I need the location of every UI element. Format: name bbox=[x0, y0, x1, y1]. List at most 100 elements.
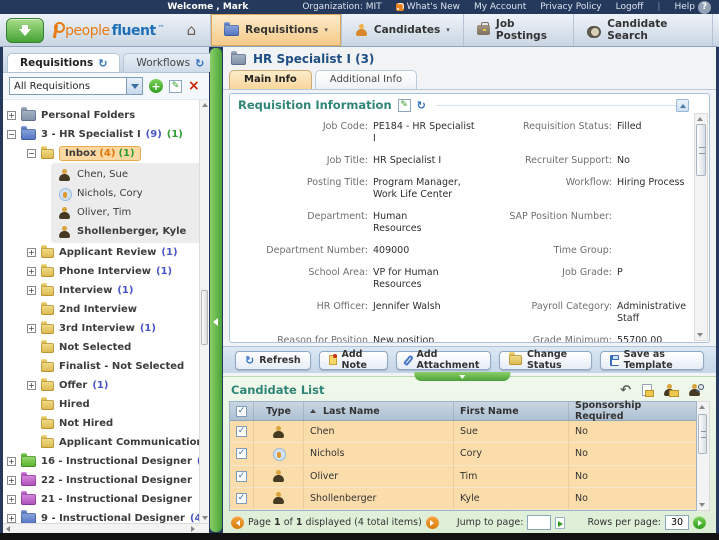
candidate-tree-item[interactable]: Shollenberger, Kyle bbox=[58, 222, 195, 241]
requisition-filter-select[interactable]: All Requisitions bbox=[9, 77, 143, 95]
jump-to-page-input[interactable] bbox=[527, 515, 551, 530]
scroll-right-icon[interactable] bbox=[191, 526, 195, 532]
scrollbar-thumb[interactable] bbox=[696, 124, 706, 176]
tree-item-21-instructional-designer[interactable]: + 21 - Instructional Designer bbox=[7, 490, 197, 509]
tree-item-phone-interview[interactable]: + Phone Interview (1) bbox=[7, 262, 197, 281]
tree-horizontal-scrollbar[interactable] bbox=[3, 523, 209, 533]
undo-icon[interactable]: ↶ bbox=[620, 384, 631, 397]
expand-icon[interactable]: + bbox=[27, 381, 36, 390]
expand-icon[interactable]: + bbox=[7, 111, 16, 120]
logoff-link[interactable]: Logoff bbox=[616, 2, 644, 12]
search-candidates-icon[interactable] bbox=[688, 384, 704, 396]
expand-icon[interactable]: + bbox=[27, 324, 36, 333]
tree-item-inbox[interactable]: − Inbox (4)(1) bbox=[7, 144, 197, 163]
go-to-page-icon[interactable] bbox=[555, 517, 565, 529]
forward-document-icon[interactable] bbox=[642, 384, 652, 396]
rows-per-page-input[interactable] bbox=[665, 515, 689, 530]
refresh-icon[interactable]: ↻ bbox=[417, 100, 426, 111]
app-launcher-button[interactable] bbox=[6, 18, 44, 43]
tree-item-16-instructional-designer[interactable]: + 16 - Instructional Designer (4) bbox=[7, 452, 197, 471]
tree-vertical-scrollbar[interactable] bbox=[199, 100, 209, 523]
scrollbar-thumb[interactable] bbox=[201, 290, 208, 345]
refresh-icon[interactable]: ↻ bbox=[98, 58, 107, 69]
tree-item-3rd-interview[interactable]: + 3rd Interview (1) bbox=[7, 319, 197, 338]
candidate-tree-item[interactable]: Oliver, Tim bbox=[58, 203, 195, 222]
expand-icon[interactable]: + bbox=[27, 267, 36, 276]
sidebar-tab-workflows[interactable]: Workflows ↻ bbox=[123, 53, 217, 72]
row-checkbox[interactable] bbox=[236, 448, 247, 459]
scroll-up-icon[interactable] bbox=[697, 117, 703, 121]
scroll-down-icon[interactable] bbox=[697, 333, 703, 337]
column-header-type[interactable]: Type bbox=[254, 402, 304, 420]
change-status-button[interactable]: Change Status bbox=[499, 351, 592, 370]
home-icon[interactable]: ⌂ bbox=[181, 23, 203, 38]
tree-item-interview[interactable]: + Interview (1) bbox=[7, 281, 197, 300]
tree-item-not-hired[interactable]: + Not Hired bbox=[7, 414, 197, 433]
tree-item-applicant-review[interactable]: + Applicant Review (1) bbox=[7, 243, 197, 262]
collapse-icon[interactable]: − bbox=[7, 130, 16, 139]
scroll-down-icon[interactable] bbox=[699, 503, 705, 507]
nav-tab-candidate-search[interactable]: Candidate Search bbox=[574, 14, 713, 46]
column-header-last-name[interactable]: Last Name bbox=[304, 402, 454, 420]
delete-folder-button[interactable]: × bbox=[188, 79, 200, 93]
row-checkbox[interactable] bbox=[236, 471, 247, 482]
sidebar-tab-requisitions[interactable]: Requisitions ↻ bbox=[7, 53, 120, 72]
collapse-sidebar-icon[interactable] bbox=[213, 318, 218, 326]
tree-item-hired[interactable]: + Hired bbox=[7, 395, 197, 414]
tab-main-info[interactable]: Main Info bbox=[229, 70, 312, 89]
tree-item-2nd-interview[interactable]: + 2nd Interview bbox=[7, 300, 197, 319]
expand-icon[interactable]: + bbox=[7, 514, 16, 523]
next-page-icon[interactable] bbox=[426, 516, 439, 529]
tree-item-not-selected[interactable]: + Not Selected bbox=[7, 338, 197, 357]
scroll-up-icon[interactable] bbox=[202, 103, 208, 107]
candidate-tree-item[interactable]: Chen, Sue bbox=[58, 165, 195, 184]
table-row[interactable]: Oliver Tim No bbox=[230, 466, 696, 488]
tree-item-22-instructional-designer[interactable]: + 22 - Instructional Designer bbox=[7, 471, 197, 490]
edit-requisition-icon[interactable]: ✎ bbox=[398, 99, 411, 112]
table-row[interactable]: Shollenberger Kyle No bbox=[230, 488, 696, 510]
table-row[interactable]: Chen Sue No bbox=[230, 421, 696, 443]
expand-icon[interactable]: + bbox=[7, 476, 16, 485]
scroll-up-icon[interactable] bbox=[699, 405, 705, 409]
help-icon[interactable]: ? bbox=[698, 1, 711, 14]
collapse-icon[interactable]: − bbox=[27, 149, 36, 158]
tree-item-9-instructional-designer[interactable]: + 9 - Instructional Designer (4) bbox=[7, 509, 197, 523]
tree-item-applicant-communication[interactable]: + Applicant Communication bbox=[7, 433, 197, 452]
privacy-policy-link[interactable]: Privacy Policy bbox=[540, 2, 601, 12]
edit-folder-button[interactable]: ✎ bbox=[169, 80, 182, 93]
table-vertical-scrollbar[interactable] bbox=[697, 401, 710, 511]
expand-icon[interactable]: + bbox=[27, 248, 36, 257]
tree-item-finalist-not-selected[interactable]: + Finalist - Not Selected bbox=[7, 357, 197, 376]
scroll-down-icon[interactable] bbox=[202, 516, 208, 520]
dropdown-arrow-icon[interactable] bbox=[126, 78, 142, 94]
expand-icon[interactable]: + bbox=[27, 286, 36, 295]
nav-tab-requisitions[interactable]: Requisitions ▾ bbox=[210, 14, 342, 46]
refresh-button[interactable]: ↻ Refresh bbox=[235, 351, 311, 370]
save-as-template-button[interactable]: Save as Template bbox=[600, 351, 704, 370]
tree-item-hr-specialist[interactable]: − 3 - HR Specialist I (9)(1) bbox=[7, 125, 197, 144]
my-account-link[interactable]: My Account bbox=[474, 2, 526, 12]
collapse-panel-icon[interactable] bbox=[676, 99, 689, 112]
help-link[interactable]: Help ? bbox=[674, 1, 711, 14]
whats-new-link[interactable]: What's New bbox=[396, 2, 460, 12]
row-checkbox[interactable] bbox=[236, 426, 247, 437]
add-attachment-button[interactable]: Add Attachment bbox=[396, 351, 491, 370]
forward-candidate-icon[interactable] bbox=[663, 384, 677, 396]
tab-additional-info[interactable]: Additional Info bbox=[315, 70, 417, 89]
nav-tab-candidates[interactable]: Candidates ▾ bbox=[342, 14, 464, 46]
tree-item-offer[interactable]: + Offer (1) bbox=[7, 376, 197, 395]
table-row[interactable]: Nichols Cory No bbox=[230, 443, 696, 465]
apply-rows-icon[interactable] bbox=[693, 516, 706, 529]
tree-item-personal-folders[interactable]: + Personal Folders bbox=[7, 106, 197, 125]
row-checkbox[interactable] bbox=[236, 493, 247, 504]
add-folder-button[interactable]: + bbox=[149, 79, 163, 93]
refresh-icon[interactable]: ↻ bbox=[195, 58, 204, 69]
expand-icon[interactable]: + bbox=[7, 457, 16, 466]
select-all-checkbox[interactable] bbox=[236, 406, 247, 417]
scroll-left-icon[interactable] bbox=[6, 526, 10, 532]
panel-splitter-handle[interactable] bbox=[414, 372, 510, 381]
add-note-button[interactable]: Add Note bbox=[319, 351, 388, 370]
sidebar-splitter[interactable] bbox=[210, 48, 222, 532]
inbox-selected-highlight[interactable]: Inbox (4)(1) bbox=[59, 146, 141, 161]
scrollbar-thumb[interactable] bbox=[698, 414, 707, 454]
